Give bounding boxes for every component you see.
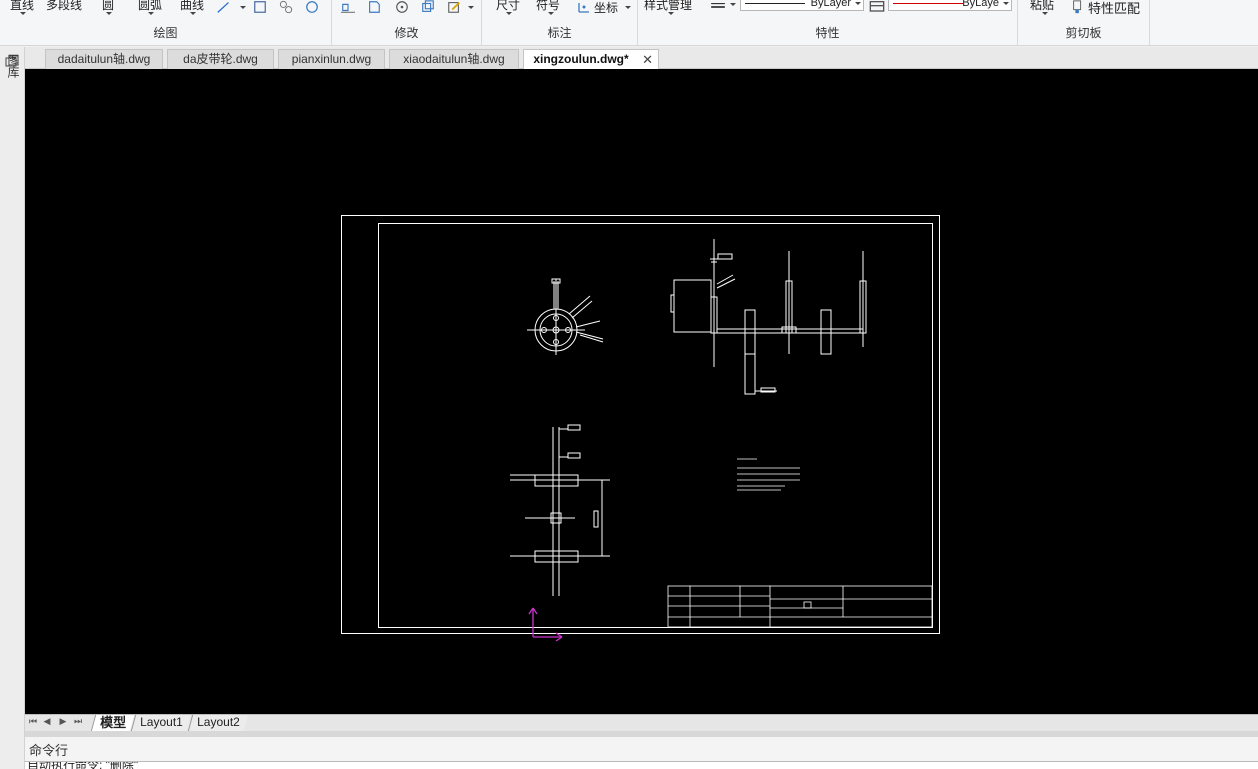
ribbon-group-draw: 直线 多段线 圆 圆弧 曲线 绘图 xyxy=(0,0,332,46)
arc-tool-dropdown-icon[interactable] xyxy=(148,12,154,15)
ribbon-group-properties: 样式管理 ByLayer ByLaye 特性 xyxy=(638,0,1018,46)
color-combo[interactable]: ByLaye xyxy=(888,0,1012,11)
layout-tab-label: Layout2 xyxy=(197,715,240,729)
color-swatch-icon[interactable] xyxy=(869,0,885,14)
doc-tab-dadaitulun[interactable]: dadaitulun轴.dwg xyxy=(45,49,163,69)
modify-more-dropdown-icon[interactable] xyxy=(468,6,474,9)
coordinate-icon[interactable] xyxy=(576,0,592,14)
rotate-icon[interactable] xyxy=(394,0,410,14)
layout-tab-layout2[interactable]: Layout2 xyxy=(187,715,248,731)
symbol-dropdown-icon[interactable] xyxy=(548,12,554,15)
layout-tab-layout1[interactable]: Layout1 xyxy=(130,715,191,731)
ribbon-group-modify-label: 修改 xyxy=(394,26,419,40)
cad-drawing[interactable] xyxy=(25,69,1258,714)
color-preview xyxy=(893,3,963,4)
prev-layout-icon[interactable]: ◀ xyxy=(41,716,53,727)
document-tab-bar: dadaitulun轴.dwg da皮带轮.dwg pianxinlun.dwg… xyxy=(25,47,1258,70)
copy-icon[interactable] xyxy=(420,0,436,14)
ucs-icon xyxy=(528,607,563,642)
close-tab-icon[interactable]: ✕ xyxy=(642,50,653,69)
stretch-icon[interactable] xyxy=(340,0,356,14)
ribbon-group-clipboard-label: 剪切板 xyxy=(1065,26,1102,40)
paper-inner-frame xyxy=(378,223,933,628)
shaft-view xyxy=(510,424,610,596)
doc-tab-label: xingzoulun.dwg* xyxy=(533,52,629,66)
ribbon-group-properties-label: 特性 xyxy=(815,26,840,40)
linetype-dropdown-icon xyxy=(855,2,861,5)
line-tool-dropdown-icon[interactable] xyxy=(20,12,26,15)
hatch-icon[interactable] xyxy=(278,0,294,14)
next-layout-icon[interactable]: ▶ xyxy=(57,716,69,727)
linetype-combo[interactable]: ByLayer xyxy=(740,0,864,11)
paste-dropdown-icon[interactable] xyxy=(1042,12,1048,15)
doc-tab-label: xiaodaitulun轴.dwg xyxy=(403,52,505,66)
doc-tab-pianxinlun[interactable]: pianxinlun.dwg xyxy=(278,49,385,69)
line-draw-dropdown-icon[interactable] xyxy=(240,6,246,9)
ribbon-group-draw-label: 绘图 xyxy=(153,26,178,40)
doc-tab-dapidailun[interactable]: da皮带轮.dwg xyxy=(167,49,274,69)
coordinate-dropdown-icon[interactable] xyxy=(625,6,631,9)
color-dropdown-icon xyxy=(1003,2,1009,5)
command-history-line: 自动执行命令: "删除" xyxy=(27,761,139,769)
lineweight-icon[interactable] xyxy=(710,0,726,14)
doc-tab-label: da皮带轮.dwg xyxy=(183,52,258,66)
curve-tool-dropdown-icon[interactable] xyxy=(190,12,196,15)
linetype-preview xyxy=(745,3,805,4)
color-value: ByLaye xyxy=(962,0,999,9)
match-properties-button[interactable]: 特性匹配 xyxy=(1088,0,1140,17)
axle-side-view xyxy=(670,239,867,395)
command-history[interactable]: 自动执行命令: "删除" xyxy=(25,761,1258,769)
ribbon-group-annotate-label: 标注 xyxy=(547,26,572,40)
ribbon: 直线 多段线 圆 圆弧 曲线 绘图 修改 尺寸 符号 坐标 标注 样式管理 By… xyxy=(0,0,1258,46)
first-layout-icon[interactable]: ⏮ xyxy=(27,716,39,727)
lineweight-dropdown-icon[interactable] xyxy=(730,3,736,6)
doc-tab-label: pianxinlun.dwg xyxy=(291,52,372,66)
linetype-value: ByLayer xyxy=(810,0,851,9)
coordinate-tool[interactable]: 坐标 xyxy=(594,0,618,16)
ribbon-group-clipboard: 粘贴 特性匹配 剪切板 xyxy=(1018,0,1150,46)
ribbon-group-modify: 修改 xyxy=(332,0,482,46)
style-manager-dropdown-icon[interactable] xyxy=(668,12,674,15)
ribbon-group-annotate: 尺寸 符号 坐标 标注 xyxy=(482,0,638,46)
doc-tab-xingzoulun[interactable]: xingzoulun.dwg* ✕ xyxy=(523,49,659,70)
title-block xyxy=(667,585,933,628)
technical-notes xyxy=(737,458,800,491)
line-draw-icon[interactable] xyxy=(216,0,232,14)
polyline-tool[interactable]: 多段线 xyxy=(46,0,82,13)
layout-tab-bar: ⏮ ◀ ▶ ⏭ 模型 Layout1 Layout2 xyxy=(25,714,1258,731)
circle-tool-dropdown-icon[interactable] xyxy=(106,12,112,15)
layout-tab-label: Layout1 xyxy=(140,715,183,729)
last-layout-icon[interactable]: ⏭ xyxy=(72,716,84,727)
doc-tab-label: dadaitulun轴.dwg xyxy=(57,52,151,66)
trim-icon[interactable] xyxy=(366,0,382,14)
layout-tab-label: 模型 xyxy=(100,715,127,730)
command-title: 命令行 xyxy=(29,743,69,758)
rectangle-icon[interactable] xyxy=(252,0,268,14)
match-properties-icon[interactable] xyxy=(1070,0,1086,14)
command-panel: 命令行 自动执行命令: "删除" xyxy=(25,737,1258,769)
paper-outer-border xyxy=(341,215,940,634)
layout-tab-model[interactable]: 模型 xyxy=(90,715,135,731)
library-panel-label[interactable]: 图库 xyxy=(5,54,20,78)
doc-tab-xiaodaitulun[interactable]: xiaodaitulun轴.dwg xyxy=(389,49,519,69)
wheel-front-view xyxy=(527,278,604,355)
region-icon[interactable] xyxy=(304,0,320,14)
dimension-dropdown-icon[interactable] xyxy=(506,12,512,15)
drawing-canvas[interactable] xyxy=(25,69,1258,714)
left-side-panel xyxy=(0,47,25,769)
edit-icon[interactable] xyxy=(446,0,462,14)
